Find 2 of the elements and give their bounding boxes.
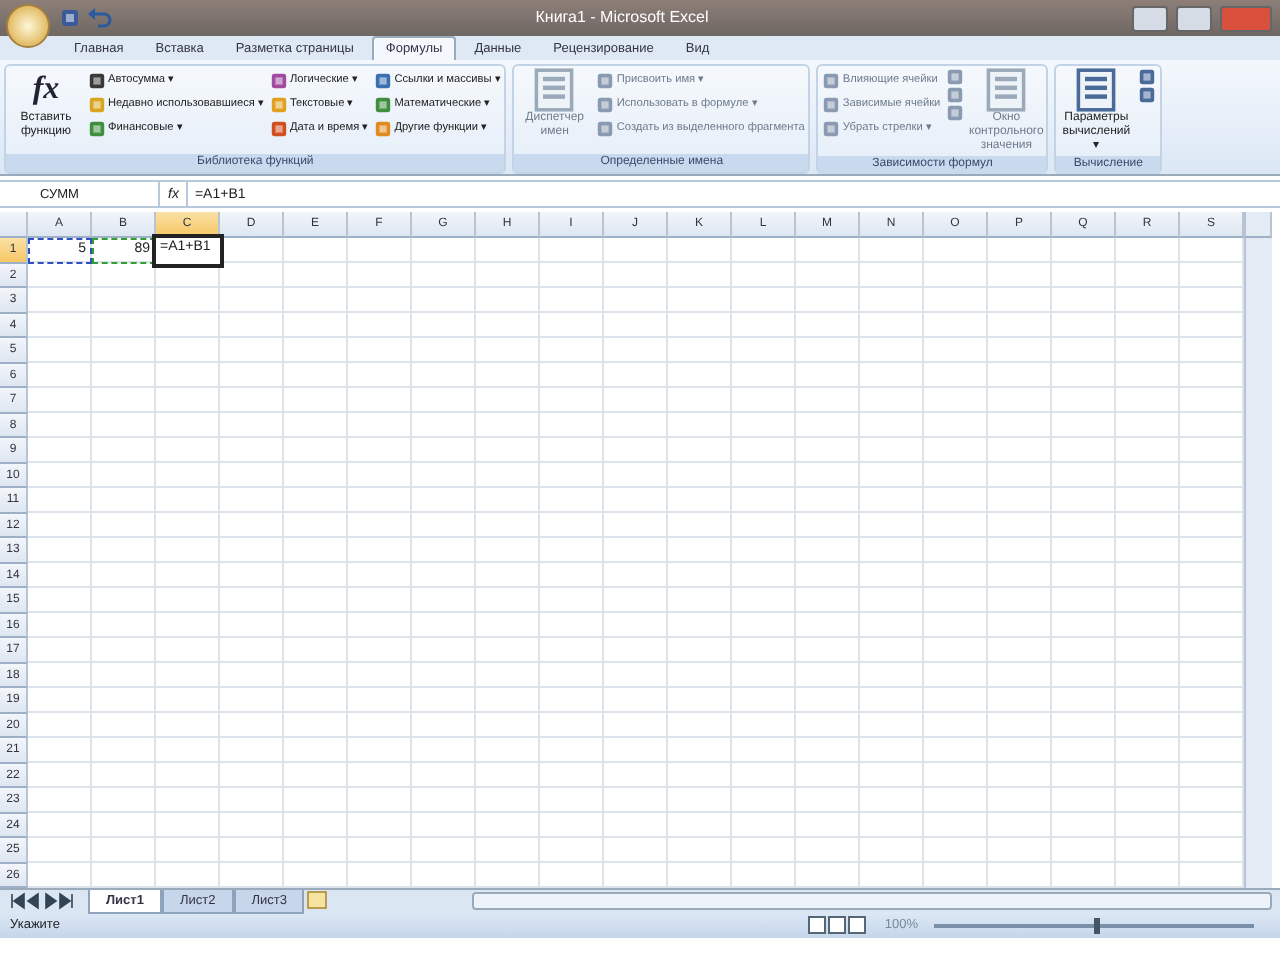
window-title: Книга1 - Microsoft Excel [535,8,709,26]
function-icon: fx [32,68,60,112]
